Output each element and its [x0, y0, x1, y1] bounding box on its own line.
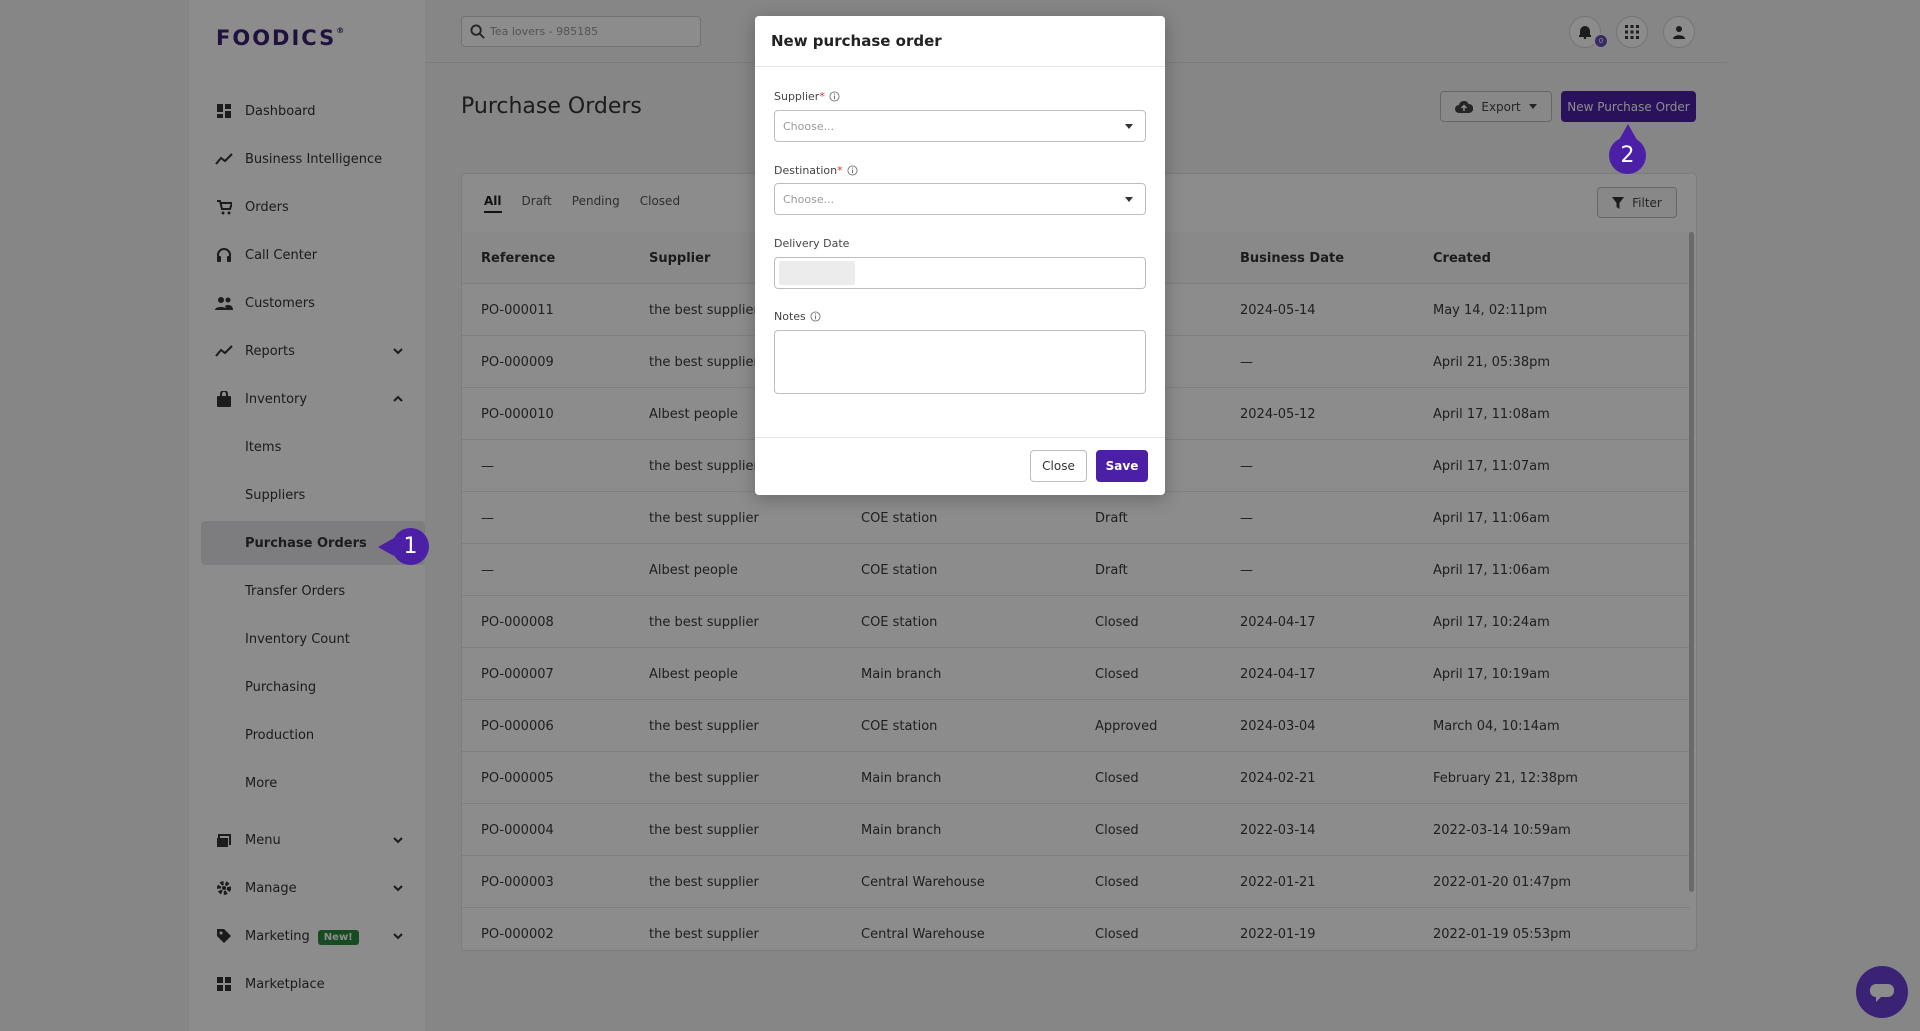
notes-label: Notes: [774, 310, 821, 323]
supplier-label: Supplier*: [774, 90, 840, 103]
destination-label: Destination*: [774, 164, 858, 177]
tour-step-marker-1: 1: [378, 528, 429, 565]
dialog-divider: [755, 66, 1165, 67]
info-icon[interactable]: [847, 165, 858, 176]
new-purchase-order-dialog: New purchase order Supplier* Choose... D…: [755, 16, 1165, 495]
required-mark: *: [819, 90, 825, 103]
destination-select[interactable]: Choose...: [774, 183, 1146, 215]
caret-down-icon: [1125, 124, 1133, 129]
save-button[interactable]: Save: [1096, 450, 1148, 482]
destination-placeholder: Choose...: [783, 192, 835, 206]
supplier-label-text: Supplier: [774, 90, 820, 103]
notes-label-text: Notes: [774, 310, 806, 323]
notes-textarea[interactable]: [774, 330, 1146, 394]
delivery-date-label: Delivery Date: [774, 237, 850, 250]
destination-label-text: Destination: [774, 164, 838, 177]
required-mark: *: [837, 164, 843, 177]
date-placeholder: [779, 261, 855, 285]
close-button[interactable]: Close: [1030, 450, 1087, 482]
delivery-date-input[interactable]: [774, 257, 1146, 289]
dialog-footer-divider: [755, 437, 1165, 438]
supplier-select[interactable]: Choose...: [774, 110, 1146, 142]
caret-down-icon: [1125, 197, 1133, 202]
tour-step-marker-2: 2: [1609, 124, 1646, 174]
supplier-placeholder: Choose...: [783, 119, 835, 133]
dialog-title: New purchase order: [771, 32, 942, 50]
info-icon[interactable]: [829, 91, 840, 102]
info-icon[interactable]: [810, 311, 821, 322]
